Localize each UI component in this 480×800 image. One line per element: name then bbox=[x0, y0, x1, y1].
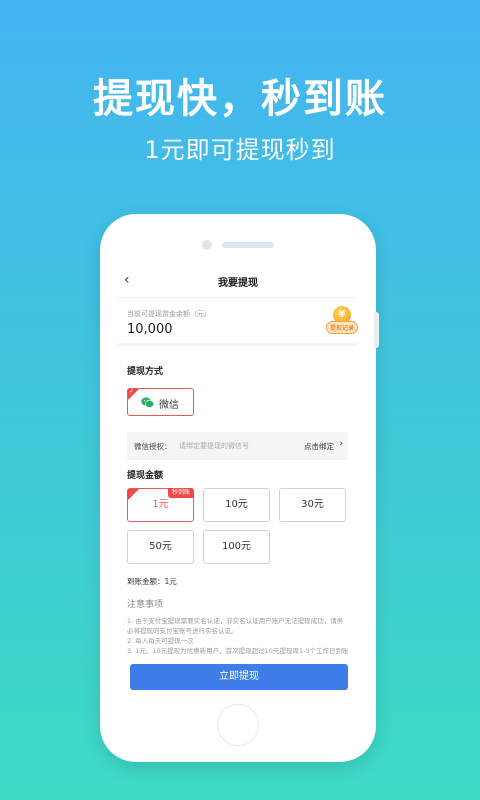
amount-option-label: 100元 bbox=[221, 541, 252, 552]
wechat-auth-row[interactable]: 微信授权： 请绑定要提现的微信号 点击绑定 › bbox=[127, 432, 348, 460]
wechat-option-label: 微信 bbox=[159, 400, 179, 411]
balance-label: 当前可提现赏金余额（元） bbox=[127, 310, 211, 318]
auth-label: 微信授权： bbox=[134, 442, 172, 451]
wechat-icon bbox=[141, 397, 154, 408]
method-section-title: 提现方式 bbox=[127, 367, 164, 377]
notes-list: 1. 由于支付宝提现需要实名认证，非实名认证用户账户无法提现成功，请务必将提现的… bbox=[127, 616, 349, 660]
auth-placeholder: 请绑定要提现的微信号 bbox=[179, 442, 249, 450]
note-item: 1. 由于支付宝提现需要实名认证，非实名认证用户账户无法提现成功，请务必将提现的… bbox=[127, 617, 344, 635]
selected-check-icon: ✓ bbox=[128, 489, 139, 507]
amount-option-1[interactable]: ✓ 秒到账 1元 bbox=[127, 488, 194, 522]
page-title: 我要提现 bbox=[218, 278, 258, 289]
amount-section-title: 提现金额 bbox=[127, 471, 164, 481]
phone-screen: ‹ 我要提现 当前可提现赏金余额（元） 10,000 ¥ 提现记录 提现方式 ✓… bbox=[118, 266, 358, 694]
withdraw-submit-button[interactable]: 立即提现 bbox=[130, 664, 348, 690]
amount-option-label: 30元 bbox=[301, 499, 324, 510]
balance-panel: 当前可提现赏金余额（元） 10,000 ¥ 提现记录 bbox=[118, 298, 358, 346]
promo-subline: 1元即可提现秒到 bbox=[144, 136, 336, 164]
amount-option-label: 1元 bbox=[152, 499, 169, 510]
speaker-grille bbox=[222, 242, 274, 248]
selected-check-icon: ✓ bbox=[128, 388, 139, 400]
promo-headline: 提现快，秒到账 bbox=[93, 76, 387, 122]
phone-side-button bbox=[374, 312, 379, 348]
home-button bbox=[217, 704, 259, 746]
bind-link[interactable]: 点击绑定 bbox=[304, 441, 334, 452]
note-item: 2. 每人每天可提现一次 bbox=[127, 637, 194, 645]
instant-badge: 秒到账 bbox=[167, 488, 194, 498]
withdraw-record-label: 提现记录 bbox=[325, 321, 358, 334]
arrival-amount: 到账金额：1元 bbox=[127, 577, 177, 586]
camera-icon bbox=[202, 240, 212, 250]
amount-option-50[interactable]: 50元 bbox=[127, 530, 194, 564]
amount-option-10[interactable]: 10元 bbox=[203, 488, 270, 522]
withdraw-record-button[interactable]: ¥ 提现记录 bbox=[318, 306, 358, 338]
amount-option-100[interactable]: 100元 bbox=[203, 530, 270, 564]
chevron-right-icon: › bbox=[339, 439, 343, 449]
wechat-pay-option[interactable]: ✓ 微信 bbox=[127, 388, 194, 416]
phone-frame: ‹ 我要提现 当前可提现赏金余额（元） 10,000 ¥ 提现记录 提现方式 ✓… bbox=[100, 214, 376, 762]
note-item: 3. 1元、10元提现为优惠新用户，首次提现超过10元提现周1-3个工作日到账 bbox=[127, 647, 349, 655]
balance-amount: 10,000 bbox=[127, 322, 173, 337]
nav-bar: ‹ 我要提现 bbox=[118, 266, 358, 298]
amount-option-30[interactable]: 30元 bbox=[279, 488, 346, 522]
notes-title: 注意事项 bbox=[127, 600, 164, 610]
amount-option-label: 50元 bbox=[149, 541, 172, 552]
amount-option-label: 10元 bbox=[225, 499, 248, 510]
